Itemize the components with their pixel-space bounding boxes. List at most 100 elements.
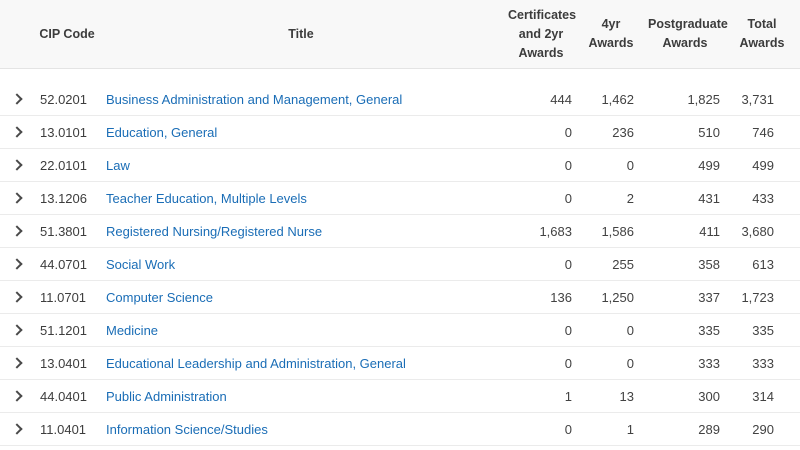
expand-cell	[0, 280, 34, 315]
cert-2yr-awards-cell: 0	[502, 181, 580, 216]
chevron-right-icon	[11, 423, 23, 435]
postgraduate-awards-cell: 499	[642, 148, 728, 183]
4yr-awards-cell: 1,586	[580, 214, 642, 249]
cip-code-cell: 11.0401	[34, 412, 100, 447]
expand-cell	[0, 313, 34, 348]
title-link[interactable]: Registered Nursing/Registered Nurse	[106, 224, 322, 239]
expand-row-button[interactable]	[5, 318, 29, 342]
postgraduate-awards-cell: 333	[642, 346, 728, 381]
cip-code-cell: 13.0401	[34, 346, 100, 381]
chevron-right-icon	[11, 192, 23, 204]
cert-2yr-awards-cell: 136	[502, 280, 580, 315]
total-awards-cell: 333	[728, 346, 800, 381]
expand-row-button[interactable]	[5, 219, 29, 243]
cert-2yr-awards-cell: 1,683	[502, 214, 580, 249]
title-link[interactable]: Public Administration	[106, 389, 227, 404]
cip-code-cell: 51.3801	[34, 214, 100, 249]
title-cell: Educational Leadership and Administratio…	[100, 346, 502, 381]
total-awards-cell: 3,731	[728, 82, 800, 117]
4yr-awards-cell: 255	[580, 247, 642, 282]
title-cell: Business Administration and Management, …	[100, 82, 502, 117]
expand-row-button[interactable]	[5, 417, 29, 441]
title-link[interactable]: Medicine	[106, 323, 158, 338]
title-link[interactable]: Business Administration and Management, …	[106, 92, 402, 107]
expand-cell	[0, 247, 34, 282]
column-header-total-awards: Total Awards	[728, 0, 800, 70]
chevron-right-icon	[11, 93, 23, 105]
chevron-right-icon	[11, 291, 23, 303]
column-header-cip-code: CIP Code	[34, 0, 100, 70]
expand-cell	[0, 148, 34, 183]
expand-cell	[0, 346, 34, 381]
postgraduate-awards-cell: 335	[642, 313, 728, 348]
expand-row-button[interactable]	[5, 153, 29, 177]
table-row: 51.1201 Medicine 0 0 335 335	[0, 313, 800, 348]
expand-cell	[0, 181, 34, 216]
cip-code-cell: 13.0101	[34, 115, 100, 150]
title-cell: Law	[100, 148, 502, 183]
postgraduate-awards-cell: 431	[642, 181, 728, 216]
column-header-expand	[0, 0, 34, 70]
total-awards-cell: 290	[728, 412, 800, 447]
total-awards-cell: 613	[728, 247, 800, 282]
title-link[interactable]: Law	[106, 158, 130, 173]
title-cell: Medicine	[100, 313, 502, 348]
table-row: 11.0401 Information Science/Studies 0 1 …	[0, 412, 800, 447]
cert-2yr-awards-cell: 1	[502, 379, 580, 414]
title-link[interactable]: Education, General	[106, 125, 217, 140]
cert-2yr-awards-cell: 0	[502, 412, 580, 447]
postgraduate-awards-cell: 1,825	[642, 82, 728, 117]
4yr-awards-cell: 236	[580, 115, 642, 150]
cert-2yr-awards-cell: 0	[502, 346, 580, 381]
4yr-awards-cell: 1,250	[580, 280, 642, 315]
cert-2yr-awards-cell: 0	[502, 115, 580, 150]
cert-2yr-awards-cell: 444	[502, 82, 580, 117]
expand-row-button[interactable]	[5, 87, 29, 111]
total-awards-cell: 3,680	[728, 214, 800, 249]
title-link[interactable]: Computer Science	[106, 290, 213, 305]
postgraduate-awards-cell: 300	[642, 379, 728, 414]
chevron-right-icon	[11, 126, 23, 138]
cip-code-cell: 52.0201	[34, 82, 100, 117]
expand-row-button[interactable]	[5, 384, 29, 408]
expand-cell	[0, 412, 34, 447]
title-link[interactable]: Educational Leadership and Administratio…	[106, 356, 406, 371]
postgraduate-awards-cell: 337	[642, 280, 728, 315]
4yr-awards-cell: 1,462	[580, 82, 642, 117]
4yr-awards-cell: 2	[580, 181, 642, 216]
chevron-right-icon	[11, 390, 23, 402]
postgraduate-awards-cell: 358	[642, 247, 728, 282]
chevron-right-icon	[11, 225, 23, 237]
total-awards-cell: 433	[728, 181, 800, 216]
cip-code-cell: 22.0101	[34, 148, 100, 183]
total-awards-cell: 746	[728, 115, 800, 150]
expand-row-button[interactable]	[5, 120, 29, 144]
expand-row-button[interactable]	[5, 285, 29, 309]
4yr-awards-cell: 0	[580, 148, 642, 183]
total-awards-cell: 1,723	[728, 280, 800, 315]
title-link[interactable]: Social Work	[106, 257, 175, 272]
table-row: 44.0701 Social Work 0 255 358 613	[0, 247, 800, 282]
title-link[interactable]: Information Science/Studies	[106, 422, 268, 437]
title-cell: Social Work	[100, 247, 502, 282]
expand-cell	[0, 82, 34, 117]
table-row: 13.0401 Educational Leadership and Admin…	[0, 346, 800, 381]
title-cell: Public Administration	[100, 379, 502, 414]
4yr-awards-cell: 13	[580, 379, 642, 414]
expand-cell	[0, 115, 34, 150]
postgraduate-awards-cell: 510	[642, 115, 728, 150]
cip-code-cell: 44.0701	[34, 247, 100, 282]
cip-code-cell: 51.1201	[34, 313, 100, 348]
chevron-right-icon	[11, 159, 23, 171]
title-link[interactable]: Teacher Education, Multiple Levels	[106, 191, 307, 206]
column-header-title: Title	[100, 0, 502, 70]
expand-cell	[0, 214, 34, 249]
table-row: 22.0101 Law 0 0 499 499	[0, 148, 800, 183]
title-cell: Information Science/Studies	[100, 412, 502, 447]
expand-row-button[interactable]	[5, 186, 29, 210]
table-row: 52.0201 Business Administration and Mana…	[0, 82, 800, 117]
expand-row-button[interactable]	[5, 351, 29, 375]
cip-code-cell: 13.1206	[34, 181, 100, 216]
expand-row-button[interactable]	[5, 252, 29, 276]
title-cell: Computer Science	[100, 280, 502, 315]
